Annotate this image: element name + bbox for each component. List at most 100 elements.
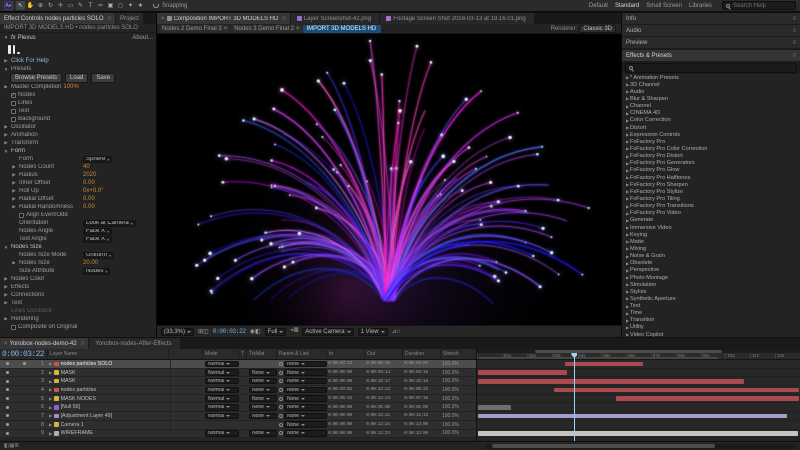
lock-toggle[interactable] [28, 412, 36, 420]
solo-toggle[interactable] [20, 412, 28, 420]
column-out[interactable]: Out [364, 349, 402, 359]
twirl-icon[interactable]: ▼ [3, 149, 9, 154]
effect-property-row[interactable]: ▶ Inner Offset 0.00 [0, 179, 156, 187]
effect-category[interactable]: ▶ FxFactory Pro Halftones [622, 174, 800, 181]
duration-value[interactable]: 0:00:03:15 [404, 369, 442, 377]
stretch-value[interactable]: 100.0% [442, 395, 472, 403]
audio-toggle[interactable] [12, 412, 20, 420]
property-value[interactable]: Look at Camera [83, 220, 136, 227]
tab-effects-and-presets[interactable]: Effects & Presets ≡ [622, 50, 800, 61]
layer-name-cell[interactable]: ▶ [Null 56] [49, 403, 170, 411]
effect-category[interactable]: ▶ Distort [622, 124, 800, 131]
property-value[interactable]: 0.00 [83, 204, 95, 210]
layer-switches[interactable] [170, 360, 204, 368]
shape-tool[interactable]: ▭ [66, 1, 75, 10]
parent-select[interactable]: None [284, 378, 327, 385]
audio-toggle[interactable] [12, 369, 20, 377]
layer-switches[interactable] [170, 421, 204, 429]
effect-property-row[interactable]: ▶ Rendering [0, 315, 156, 323]
out-time[interactable]: 0:00:03:14 [366, 369, 404, 377]
t-switch[interactable] [240, 386, 248, 394]
layer-duration-bar[interactable] [478, 405, 511, 410]
type-tool[interactable]: T [86, 1, 95, 10]
property-value[interactable]: 0x+0.0° [83, 188, 104, 194]
audio-toggle[interactable] [12, 360, 20, 368]
twirl-icon[interactable]: ▶ [11, 204, 17, 210]
workspace-small-screen[interactable]: Small Screen [646, 3, 682, 9]
layer-track[interactable] [477, 421, 800, 430]
label-color-chip[interactable] [54, 405, 59, 410]
layer-row[interactable]: 2 ▶ MASK Normal None [0, 369, 476, 378]
effect-property-row[interactable]: Orientation Look at Camera [0, 219, 156, 227]
panel-menu-icon[interactable]: ≡ [792, 28, 796, 34]
hand-tool[interactable]: ✋ [26, 1, 35, 10]
solo-toggle[interactable] [20, 403, 28, 411]
stretch-value[interactable]: 100.0% [442, 386, 472, 394]
t-switch[interactable] [240, 395, 248, 403]
column-stretch[interactable]: Stretch [440, 349, 470, 359]
layer-switches[interactable] [170, 412, 204, 420]
orbit-camera-tool[interactable]: ↻ [46, 1, 55, 10]
layer-name-cell[interactable]: ▶ nodes particles [49, 386, 170, 394]
layer-duration-bar[interactable] [565, 362, 643, 367]
column-duration[interactable]: Duration [402, 349, 440, 359]
property-value[interactable]: 40 [83, 164, 90, 170]
expand-inout-columns-icon[interactable]: ≣ [14, 443, 19, 449]
column-parent-link[interactable]: Parent & Link [276, 349, 326, 359]
selection-tool[interactable]: ↖ [16, 1, 25, 10]
out-time[interactable]: 0:00:10:17 [366, 377, 404, 385]
twirl-icon[interactable]: ▶ [49, 431, 52, 436]
column-t[interactable]: T [238, 349, 246, 359]
property-value[interactable]: Face X [83, 228, 112, 235]
pen-tool[interactable]: ✎ [76, 1, 85, 10]
panel-menu-icon[interactable]: ≡ [792, 53, 796, 59]
comp-tab-nodes-3-demo-final-2[interactable]: Nodes 3 Demo Final 2 × [231, 25, 302, 33]
panel-menu-icon[interactable]: ≡ [792, 16, 796, 22]
layer-row[interactable]: 5 ▶ MASK NODES Normal None [0, 395, 476, 404]
checkbox[interactable] [11, 93, 16, 98]
audio-toggle[interactable] [12, 403, 20, 411]
solo-toggle[interactable] [20, 395, 28, 403]
twirl-icon[interactable]: ▶ [3, 58, 9, 64]
composition-viewport[interactable] [157, 34, 621, 325]
solo-toggle[interactable] [20, 421, 28, 429]
visibility-toggle[interactable] [2, 412, 12, 420]
tab-preview[interactable]: Preview ≡ [622, 37, 800, 48]
twirl-icon[interactable]: ▶ [49, 396, 52, 401]
visibility-toggle[interactable] [2, 395, 12, 403]
duration-value[interactable]: 0:00:07:10 [404, 395, 442, 403]
stretch-value[interactable]: 100.0% [442, 421, 472, 429]
workspace-standard[interactable]: Standard [615, 3, 639, 9]
close-icon[interactable]: × [296, 26, 300, 32]
layer-track[interactable] [477, 369, 800, 378]
column-in[interactable]: In [326, 349, 364, 359]
fast-previews-icon[interactable]: ∷ [397, 329, 401, 335]
effect-property-row[interactable]: ▶ Nodes Size 20.00 [0, 259, 156, 267]
track-matte-select[interactable]: None [249, 404, 277, 411]
browse-presets-button[interactable]: Browse Presets [10, 73, 62, 83]
duration-value[interactable]: 0:00:13:00 [404, 430, 442, 438]
solo-toggle[interactable] [20, 386, 28, 394]
blend-mode-select[interactable]: Normal [205, 369, 239, 376]
effect-property-row[interactable]: ▶ Oscillator [0, 123, 156, 131]
checkbox[interactable] [11, 325, 16, 330]
tab-effect-controls[interactable]: Effect Controls nodes particles SOLO ≡ [0, 13, 115, 24]
lock-toggle[interactable] [28, 377, 36, 385]
effect-category[interactable]: ▶ Audio [622, 88, 800, 95]
effect-category[interactable]: ▶ FxFactory Pro Tiling [622, 195, 800, 202]
effects-search-input[interactable] [625, 63, 797, 73]
close-icon[interactable]: × [161, 16, 165, 22]
blend-mode-select[interactable]: Normal [205, 395, 239, 402]
layer-duration-bar[interactable] [554, 388, 799, 393]
visibility-toggle[interactable] [2, 403, 12, 411]
property-value[interactable]: 20.00 [83, 260, 98, 266]
track-matte-select[interactable]: None [249, 369, 277, 376]
tab-info[interactable]: Info ≡ [622, 13, 800, 24]
lock-toggle[interactable] [28, 360, 36, 368]
effect-category[interactable]: ▶ Keying [622, 231, 800, 238]
effect-property-row[interactable]: ▼ Nodes Size [0, 243, 156, 251]
search-help-box[interactable]: Search Help [722, 1, 796, 10]
in-time[interactable]: 0:00:03:13 [328, 360, 366, 368]
property-value[interactable]: Nodes [83, 268, 110, 275]
effect-category[interactable]: ▶ Perspective [622, 267, 800, 274]
